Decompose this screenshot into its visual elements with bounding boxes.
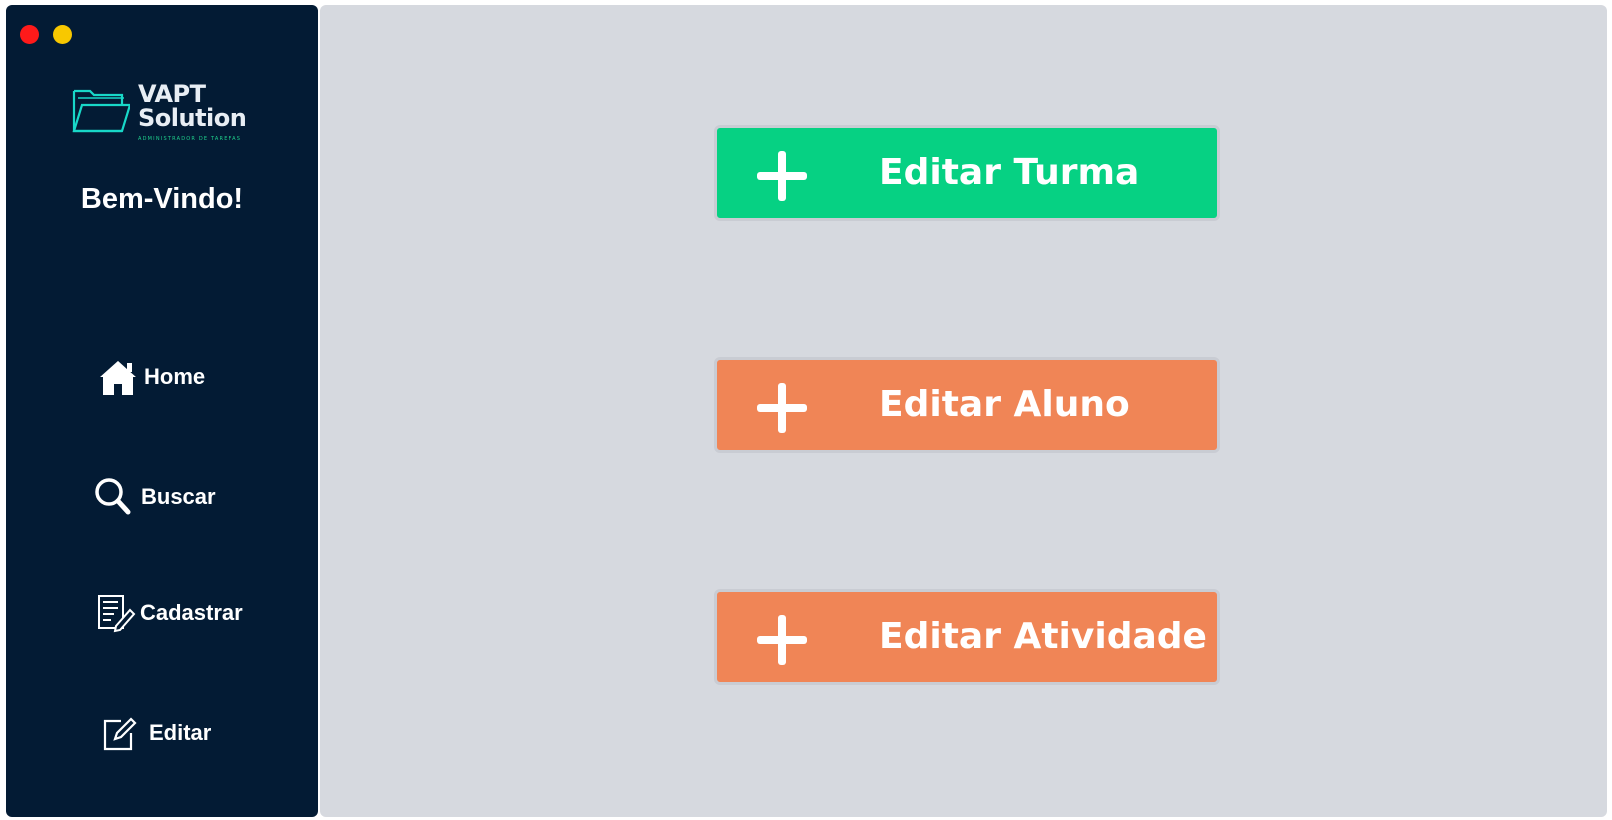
editar-turma-button[interactable]: Editar Turma (714, 125, 1220, 221)
sidebar-item-buscar[interactable]: Buscar (91, 475, 216, 519)
search-icon (91, 475, 135, 519)
sidebar-item-home[interactable]: Home (96, 355, 205, 399)
button-label: Editar Turma (879, 152, 1140, 193)
home-icon (96, 355, 140, 399)
edit-icon (99, 713, 139, 753)
sidebar-item-label: Home (144, 364, 206, 389)
logo-tagline: ADMINISTRADOR DE TAREFAS (138, 136, 242, 142)
sidebar-item-cadastrar[interactable]: Cadastrar (96, 593, 243, 633)
sidebar-item-label: Cadastrar (140, 600, 243, 625)
sidebar-item-label: Editar (149, 720, 212, 745)
window-close-button[interactable] (20, 25, 39, 44)
plus-icon (757, 151, 807, 201)
form-edit-icon (96, 593, 136, 633)
sidebar-item-editar[interactable]: Editar (99, 713, 211, 753)
window-minimize-button[interactable] (53, 25, 72, 44)
main-panel: Editar Turma Editar Aluno Editar Ativida… (320, 5, 1607, 817)
sidebar-item-label: Buscar (141, 484, 216, 509)
editar-atividade-button[interactable]: Editar Atividade (714, 589, 1220, 685)
editar-aluno-button[interactable]: Editar Aluno (714, 357, 1220, 453)
welcome-heading: Bem-Vindo! (80, 183, 244, 215)
logo-title-line2: Solution (138, 104, 247, 132)
button-label: Editar Atividade (879, 616, 1207, 657)
button-label: Editar Aluno (879, 384, 1130, 425)
plus-icon (757, 615, 807, 665)
folder-icon (72, 89, 130, 133)
plus-icon (757, 383, 807, 433)
app-logo: VAPT Solution ADMINISTRADOR DE TAREFAS (70, 81, 260, 151)
sidebar: VAPT Solution ADMINISTRADOR DE TAREFAS B… (6, 5, 318, 817)
